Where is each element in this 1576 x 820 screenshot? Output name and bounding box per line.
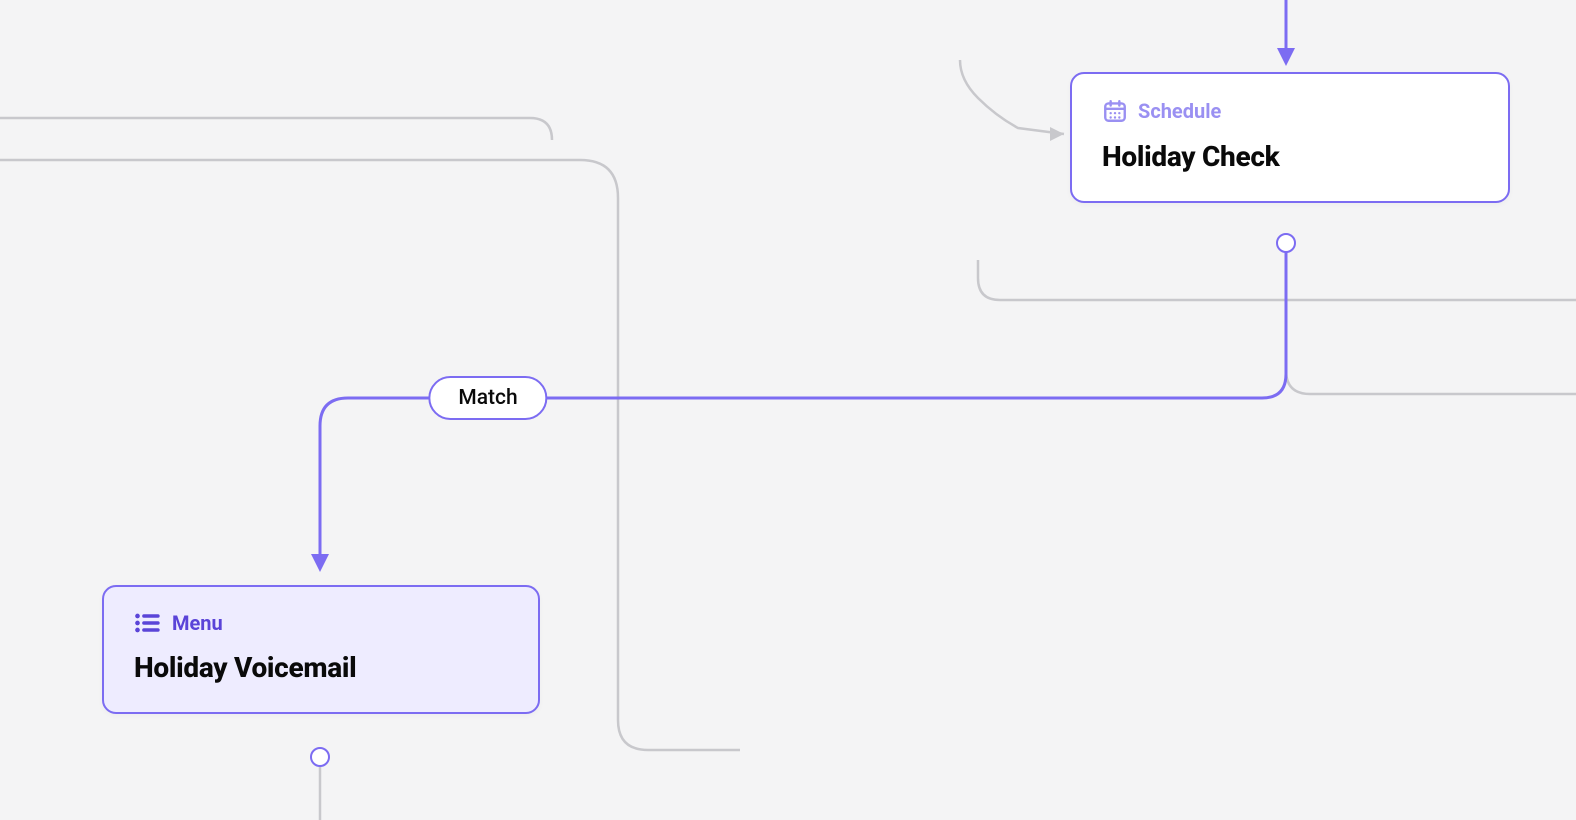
edge-gray-top-a [0,118,552,140]
edge-gray-into-schedule [960,60,1064,134]
node-menu-type: Menu [172,611,223,635]
node-menu-header: Menu [134,611,508,635]
arrowhead-gray-into-schedule [1050,127,1064,141]
edge-label-match[interactable]: Match [428,376,547,420]
port-schedule-out[interactable] [1276,233,1296,253]
calendar-icon [1102,98,1128,124]
node-schedule-header: Schedule [1102,98,1478,124]
node-menu[interactable]: Menu Holiday Voicemail [102,585,540,714]
port-menu-out[interactable] [310,747,330,767]
node-schedule[interactable]: Schedule Holiday Check [1070,72,1510,203]
edge-gray-right-b [1286,248,1576,394]
node-schedule-title: Holiday Check [1102,140,1478,173]
edge-gray-right-a [978,260,1576,300]
menu-list-icon [134,611,162,635]
node-menu-title: Holiday Voicemail [134,651,508,684]
arrowhead-into-menu [311,554,329,572]
node-schedule-type: Schedule [1138,99,1221,123]
arrowhead-into-schedule [1277,48,1295,66]
